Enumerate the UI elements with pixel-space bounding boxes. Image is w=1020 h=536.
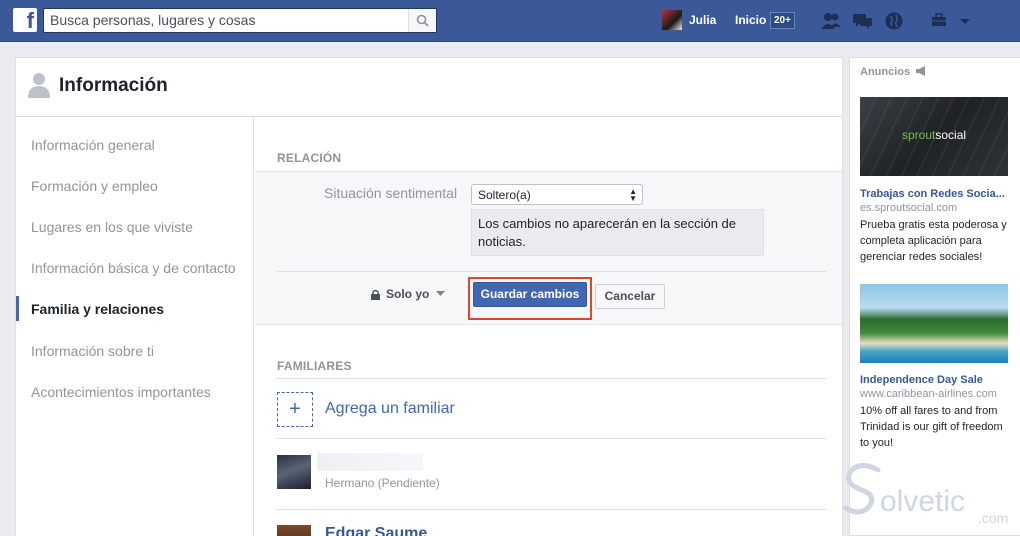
family-member-status: Hermano (Pendiente): [325, 476, 440, 490]
sidebar-item-places-lived[interactable]: Lugares en los que viviste: [31, 219, 193, 235]
divider: [277, 378, 826, 379]
watermark-suffix: .com: [978, 510, 1009, 526]
sidebar-item-work-education[interactable]: Formación y empleo: [31, 178, 158, 194]
brand-part-a: sprout: [902, 128, 936, 142]
about-content: RELACIÓN Situación sentimental Soltero(a…: [255, 117, 842, 536]
relationship-status-select[interactable]: Soltero(a) ▲ ▼: [471, 184, 643, 205]
page-title: Información: [59, 75, 168, 96]
active-indicator: [16, 296, 19, 321]
megaphone-icon: [916, 66, 926, 76]
family-member-photo[interactable]: [277, 455, 311, 489]
watermark-text: olvetic: [880, 485, 966, 518]
account-menu-chevron-down-icon[interactable]: [958, 11, 980, 31]
select-arrows-icon: ▲ ▼: [629, 187, 637, 203]
sidebar-item-about-you[interactable]: Información sobre ti: [31, 343, 154, 359]
home-link[interactable]: Inicio: [735, 13, 766, 27]
search-icon: [416, 14, 429, 27]
lock-icon: [371, 289, 380, 300]
family-member-name-blurred: [317, 453, 423, 471]
ad-url[interactable]: es.sproutsocial.com: [860, 202, 957, 214]
ad-brand-logo: sproutsocial: [902, 128, 966, 142]
relationship-editor: Situación sentimental Soltero(a) ▲ ▼ Los …: [255, 171, 842, 325]
profile-link[interactable]: Julia: [662, 10, 716, 30]
ad-title[interactable]: Independence Day Sale: [860, 374, 1010, 386]
add-family-plus-icon[interactable]: +: [277, 392, 313, 427]
cancel-button[interactable]: Cancelar: [595, 284, 665, 309]
ad-url[interactable]: www.caribbean-airlines.com: [860, 388, 997, 400]
family-member-photo[interactable]: [277, 525, 311, 536]
ad-body: Prueba gratis esta poderosa y completa a…: [860, 219, 1007, 263]
sidebar-item-life-events[interactable]: Acontecimientos importantes: [31, 384, 211, 400]
caribbean-ad-image[interactable]: [860, 284, 1008, 363]
audience-selector[interactable]: Solo yo: [371, 287, 446, 301]
messages-icon[interactable]: [852, 11, 874, 31]
family-heading: FAMILIARES: [277, 359, 352, 373]
divider: [277, 509, 826, 510]
search-box: [43, 8, 437, 33]
ad-body: 10% off all fares to and from Trinidad i…: [860, 405, 1003, 449]
divider: [277, 438, 826, 439]
facebook-logo-icon[interactable]: f: [13, 8, 37, 33]
sproutsocial-ad-image[interactable]: sproutsocial: [860, 97, 1008, 176]
ads-heading-label: Anuncios: [860, 66, 911, 78]
search-input[interactable]: [50, 12, 410, 28]
search-button[interactable]: [408, 9, 436, 32]
home-notification-badge: 20+: [770, 12, 795, 29]
relationship-status-label: Situación sentimental: [324, 185, 458, 201]
privacy-shortcuts-icon[interactable]: [930, 11, 952, 31]
brand-part-b: social: [935, 128, 967, 142]
select-value: Soltero(a): [478, 188, 531, 202]
user-name: Julia: [689, 13, 717, 27]
about-sidebar: Información general Formación y empleo L…: [16, 117, 254, 536]
friend-requests-icon[interactable]: [820, 11, 842, 31]
save-changes-button[interactable]: Guardar cambios: [473, 282, 587, 307]
person-icon: [28, 73, 50, 98]
relationship-heading: RELACIÓN: [277, 151, 342, 165]
logo-letter: f: [26, 8, 34, 33]
divider: [277, 271, 826, 272]
news-feed-note: Los cambios no aparecerán en la sección …: [471, 209, 764, 256]
sidebar-item-contact-basic-info[interactable]: Información básica y de contacto: [31, 260, 236, 276]
sidebar-item-overview[interactable]: Información general: [31, 137, 155, 153]
caret-down-icon: [436, 291, 446, 296]
notifications-globe-icon[interactable]: [884, 11, 906, 31]
audience-label: Solo yo: [386, 287, 430, 301]
top-navigation-bar: f Julia Inicio 20+: [0, 0, 1020, 42]
about-header: Información: [16, 58, 842, 117]
ad-title[interactable]: Trabajas con Redes Socia...: [860, 188, 1010, 200]
ads-heading: Anuncios: [860, 66, 927, 78]
family-member-name[interactable]: Edgar Saume: [325, 525, 427, 536]
avatar: [662, 10, 682, 30]
add-family-member-link[interactable]: Agrega un familiar: [325, 400, 455, 418]
sidebar-item-family-relationships[interactable]: Familia y relaciones: [31, 301, 164, 317]
about-card: Información Información general Formació…: [15, 57, 843, 536]
